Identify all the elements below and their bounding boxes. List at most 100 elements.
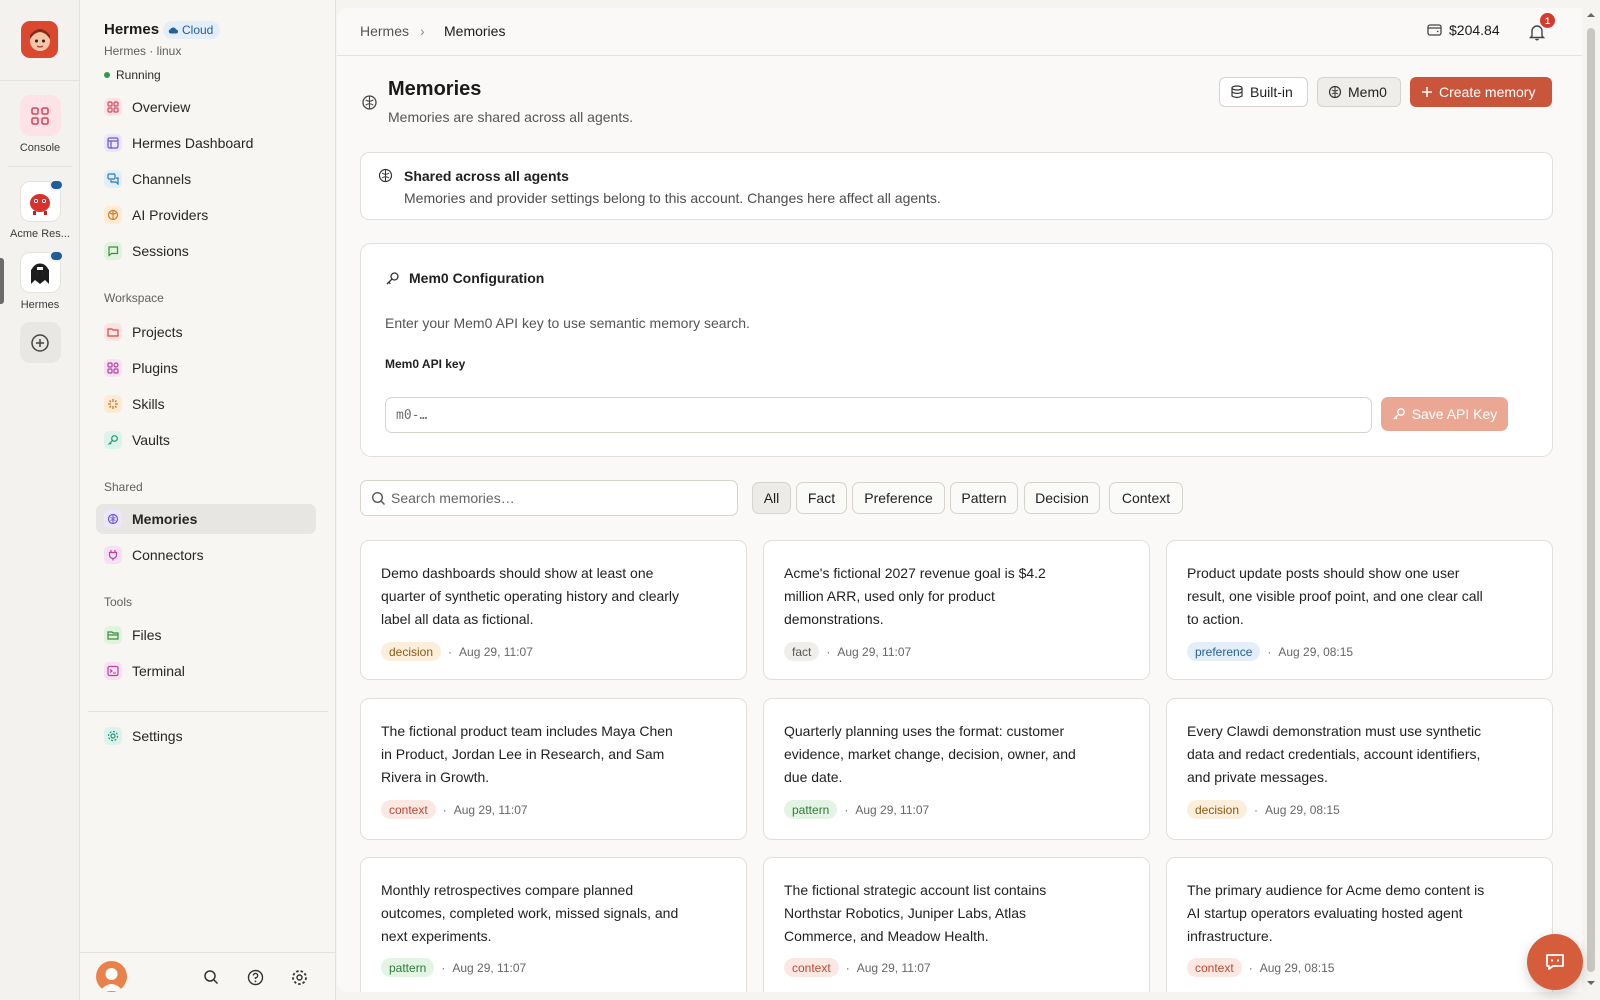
balance-display[interactable]: $204.84 [1427, 22, 1500, 38]
memory-time: Aug 29, 11:07 [837, 644, 912, 659]
filter-pattern[interactable]: Pattern [950, 482, 1018, 514]
main-content: Hermes › Memories $204.84 1 Memories Mem… [337, 8, 1582, 992]
memory-time: Aug 29, 08:15 [1278, 644, 1354, 659]
memory-card[interactable]: Every Clawdi demonstration must use synt… [1166, 698, 1553, 840]
memory-card[interactable]: The fictional product team includes Maya… [360, 698, 747, 840]
sidebar-item-sessions[interactable]: Sessions [96, 236, 316, 266]
chat-support-button[interactable] [1527, 934, 1583, 990]
sidebar-item-label: Connectors [132, 547, 204, 563]
sidebar-item-channels[interactable]: Channels [96, 164, 316, 194]
cloud-badge: Cloud [163, 21, 221, 39]
scroll-up-icon[interactable] [1582, 10, 1600, 20]
memory-meta: decision · Aug 29, 08:15 [1187, 800, 1340, 819]
sparkle-icon [104, 395, 122, 413]
memory-time: Aug 29, 11:07 [459, 644, 533, 659]
database-icon [1231, 85, 1243, 99]
sidebar-item-label: Overview [132, 99, 191, 115]
sidebar-item-projects[interactable]: Projects [96, 317, 316, 347]
scroll-down-icon[interactable] [1582, 978, 1600, 988]
memory-card[interactable]: Demo dashboards should show at least one… [360, 540, 747, 680]
create-memory-button[interactable]: Create memory [1410, 77, 1552, 107]
memory-search[interactable] [360, 480, 738, 516]
filter-fact[interactable]: Fact [796, 482, 847, 514]
memory-card[interactable]: Monthly retrospectives compare planned o… [360, 857, 747, 992]
sidebar-item-plugins[interactable]: Plugins [96, 353, 316, 383]
meta-separator: · [845, 960, 850, 975]
plus-circle-icon [31, 333, 49, 352]
sidebar-item-settings[interactable]: Settings [96, 721, 316, 751]
sidebar-item-vaults[interactable]: Vaults [96, 425, 316, 455]
config-title: Mem0 Configuration [409, 270, 545, 286]
rail-console[interactable]: Console [0, 95, 80, 154]
help-icon[interactable] [246, 968, 264, 986]
filter-all[interactable]: All [752, 482, 791, 514]
rail-agent-acme[interactable]: Acme Res... [0, 179, 80, 240]
agent-name: Hermes [104, 21, 160, 38]
search-icon[interactable] [202, 968, 220, 986]
sidebar-item-overview[interactable]: Overview [96, 92, 316, 122]
memory-card[interactable]: The fictional strategic account list con… [763, 857, 1150, 992]
memory-meta: fact · Aug 29, 11:07 [784, 642, 911, 661]
filter-decision[interactable]: Decision [1024, 482, 1100, 514]
sidebar-item-memories[interactable]: Memories [96, 504, 316, 534]
wallet-icon [1427, 24, 1442, 36]
grid-icon [31, 106, 49, 125]
avatar[interactable] [96, 961, 127, 992]
memory-tag: context [784, 958, 839, 977]
sidebar-item-ai-providers[interactable]: AI Providers [96, 200, 316, 230]
plus-icon [1422, 87, 1432, 97]
sidebar-footer [80, 952, 336, 1000]
red-mascot-icon [30, 193, 50, 215]
sidebar-item-skills[interactable]: Skills [96, 389, 316, 419]
memory-card[interactable]: Acme's fictional 2027 revenue goal is $4… [763, 540, 1150, 680]
gear-icon[interactable] [290, 968, 308, 986]
builtin-provider-button[interactable]: Built-in [1219, 77, 1308, 107]
memory-card[interactable]: The primary audience for Acme demo conte… [1166, 857, 1553, 992]
filter-preference[interactable]: Preference [852, 482, 945, 514]
rail-add-agent[interactable] [0, 322, 80, 363]
sidebar-item-label: Memories [132, 511, 198, 527]
sidebar-item-hermes-dashboard[interactable]: Hermes Dashboard [96, 128, 316, 158]
acme-agent-tile[interactable] [19, 179, 64, 222]
meta-separator: · [844, 802, 849, 817]
memory-icon [362, 95, 377, 110]
filter-context[interactable]: Context [1109, 482, 1183, 514]
dashboard-icon [104, 134, 122, 152]
sidebar-item-label: Channels [132, 171, 192, 187]
folder-icon [104, 323, 122, 341]
rail-agent-hermes[interactable]: Hermes [0, 250, 80, 311]
mem0-provider-button[interactable]: Mem0 [1317, 77, 1401, 107]
memory-meta: context · Aug 29, 08:15 [1187, 958, 1334, 977]
app-logo[interactable] [21, 21, 58, 58]
sidebar-item-label: Terminal [132, 663, 185, 679]
sidebar-item-files[interactable]: Files [96, 620, 316, 650]
search-icon [371, 491, 385, 505]
scrollbar-thumb[interactable] [1587, 28, 1595, 972]
memory-meta: pattern · Aug 29, 11:07 [784, 800, 929, 819]
section-tools: Tools [104, 595, 133, 609]
balance-value: $204.84 [1449, 22, 1500, 38]
cloud-status-icon [48, 179, 64, 191]
api-key-input[interactable] [385, 397, 1372, 433]
memory-meta: preference · Aug 29, 08:15 [1187, 642, 1353, 661]
topbar: Hermes › Memories $204.84 1 [337, 8, 1582, 56]
breadcrumb-root[interactable]: Hermes [360, 23, 409, 39]
scrollbar[interactable] [1582, 8, 1600, 992]
sidebar-item-connectors[interactable]: Connectors [96, 540, 316, 570]
memory-text: The fictional product team includes Maya… [381, 723, 673, 785]
console-label: Console [19, 142, 61, 154]
brain-icon [104, 206, 122, 224]
gear-icon [104, 727, 122, 745]
message-icon [104, 242, 122, 260]
search-input[interactable] [391, 481, 731, 515]
memory-tag: pattern [381, 958, 435, 977]
key-icon [104, 431, 122, 449]
save-api-key-button[interactable]: Save API Key [1381, 397, 1508, 431]
hermes-agent-tile[interactable] [19, 250, 64, 293]
memory-card[interactable]: Quarterly planning uses the format: cust… [763, 698, 1150, 840]
console-tile[interactable] [19, 95, 61, 136]
memory-card[interactable]: Product update posts should show one use… [1166, 540, 1553, 680]
add-agent-button[interactable] [19, 322, 61, 363]
sidebar-item-terminal[interactable]: Terminal [96, 656, 316, 686]
memory-time: Aug 29, 08:15 [1259, 960, 1335, 975]
